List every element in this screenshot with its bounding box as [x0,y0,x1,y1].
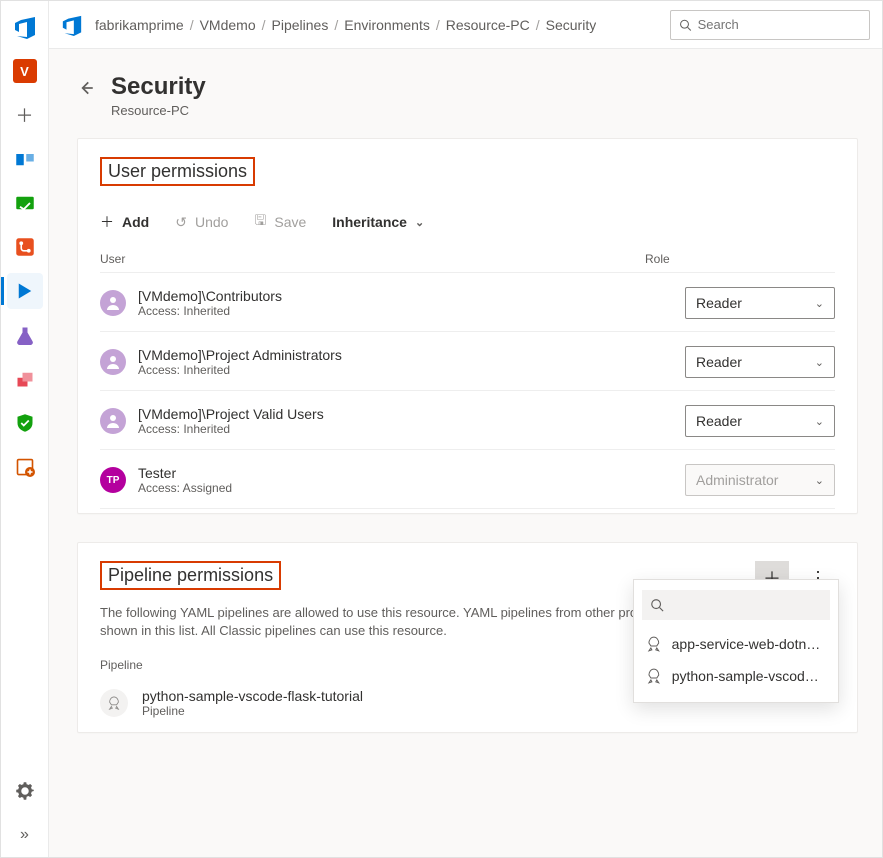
user-row[interactable]: TP Tester Access: Assigned Administrator… [100,449,835,509]
search-icon [650,598,664,612]
role-select[interactable]: Reader⌄ [685,405,835,437]
sidebar-backlog[interactable] [7,185,43,221]
chevron-down-icon: ⌄ [815,415,824,428]
search-input[interactable] [698,17,861,32]
chevron-down-icon: ⌄ [815,474,824,487]
breadcrumb-item[interactable]: Resource-PC [446,17,530,33]
sidebar-repos[interactable] [7,229,43,265]
nav-rail: V ＋ » [1,1,49,857]
undo-button[interactable]: ↺ Undo [175,214,228,231]
rocket-icon [646,636,662,652]
user-row[interactable]: [VMdemo]\Project Administrators Access: … [100,331,835,390]
user-permissions-title: User permissions [108,161,247,181]
testplans-icon [15,325,35,345]
sidebar-tasks[interactable] [7,449,43,485]
user-avatar-icon: TP [100,467,126,493]
user-access: Access: Assigned [138,481,685,495]
azure-devops-logo-icon[interactable] [13,15,37,39]
sidebar-compliance[interactable] [7,405,43,441]
search-icon [679,18,692,32]
global-search[interactable] [670,10,870,40]
task-add-icon [15,457,35,477]
boards-icon [15,149,35,169]
add-button[interactable]: ＋ Add [100,212,149,232]
column-header-user: User [100,252,645,266]
repos-icon [15,237,35,257]
arrow-left-icon [77,79,95,97]
pipeline-option[interactable]: python-sample-vscode-... [642,660,830,692]
user-access: Access: Inherited [138,422,685,436]
breadcrumb: fabrikamprime/ VMdemo/ Pipelines/ Enviro… [95,17,596,33]
save-icon: 🖫 [254,210,266,234]
breadcrumb-item[interactable]: Pipelines [272,17,329,33]
user-permissions-panel: User permissions ＋ Add ↺ Undo 🖫 Save [77,138,858,514]
user-name: [VMdemo]\Contributors [138,288,685,304]
sidebar-testplans[interactable] [7,317,43,353]
rocket-icon [646,668,662,684]
role-select: Administrator⌄ [685,464,835,496]
pipeline-type: Pipeline [142,704,363,718]
user-row[interactable]: [VMdemo]\Contributors Access: Inherited … [100,272,835,331]
sidebar-add[interactable]: ＋ [7,97,43,133]
page-title: Security [111,73,206,101]
breadcrumb-item[interactable]: Security [546,17,597,33]
sidebar-boards[interactable] [7,141,43,177]
chevron-down-icon: ⌄ [815,356,824,369]
topbar: fabrikamprime/ VMdemo/ Pipelines/ Enviro… [49,1,882,49]
undo-icon: ↺ [175,214,187,231]
plus-icon: ＋ [16,102,34,128]
user-name: Tester [138,465,685,481]
azure-devops-logo-icon[interactable] [61,14,83,36]
sidebar-collapse[interactable]: » [7,817,43,853]
rocket-icon [100,689,128,717]
project-initial: V [13,59,37,83]
inheritance-dropdown[interactable]: Inheritance ⌄ [332,214,424,230]
chevron-right-icon: » [20,826,29,844]
plus-icon: ＋ [100,212,114,232]
breadcrumb-item[interactable]: fabrikamprime [95,17,184,33]
sidebar-pipelines[interactable] [7,273,43,309]
shield-check-icon [15,413,35,433]
pipeline-option[interactable]: app-service-web-dotnet... [642,628,830,660]
role-select[interactable]: Reader⌄ [685,287,835,319]
pipeline-picker-search[interactable] [642,590,830,620]
sidebar-artifacts[interactable] [7,361,43,397]
user-name: [VMdemo]\Project Administrators [138,347,685,363]
user-row[interactable]: [VMdemo]\Project Valid Users Access: Inh… [100,390,835,449]
column-header-role: Role [645,252,835,266]
group-avatar-icon [100,290,126,316]
breadcrumb-item[interactable]: Environments [344,17,430,33]
user-access: Access: Inherited [138,304,685,318]
pipelines-icon [15,281,35,301]
backlog-icon [15,193,35,213]
group-avatar-icon [100,349,126,375]
pipeline-picker-callout: app-service-web-dotnet... python-sample-… [633,579,839,703]
save-button[interactable]: 🖫 Save [254,210,306,234]
back-button[interactable] [77,79,95,100]
breadcrumb-item[interactable]: VMdemo [200,17,256,33]
pipeline-permissions-title: Pipeline permissions [108,565,273,585]
role-select[interactable]: Reader⌄ [685,346,835,378]
page-subtitle: Resource-PC [111,103,206,118]
sidebar-project-tile[interactable]: V [7,53,43,89]
user-access: Access: Inherited [138,363,685,377]
user-name: [VMdemo]\Project Valid Users [138,406,685,422]
artifacts-icon [15,369,35,389]
group-avatar-icon [100,408,126,434]
gear-icon [15,781,35,801]
sidebar-settings[interactable] [7,773,43,809]
chevron-down-icon: ⌄ [815,297,824,310]
pipeline-permissions-panel: Pipeline permissions The following YAML … [77,542,858,733]
chevron-down-icon: ⌄ [415,216,424,229]
pipeline-name: python-sample-vscode-flask-tutorial [142,688,363,704]
